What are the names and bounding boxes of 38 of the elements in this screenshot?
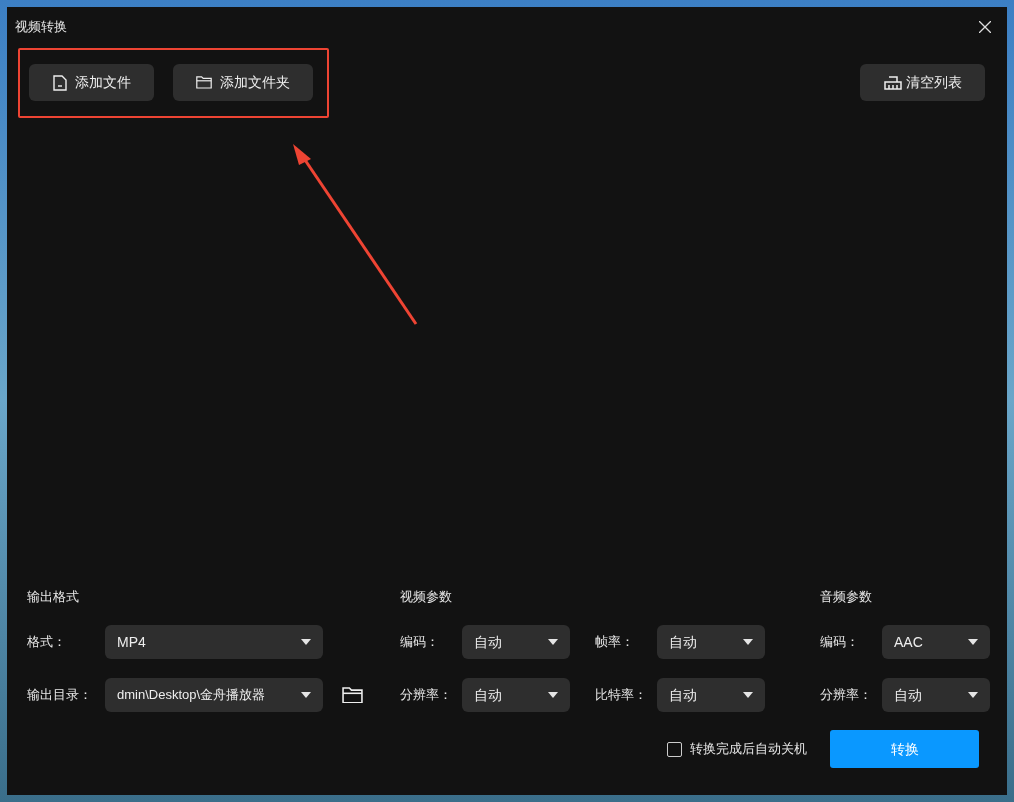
caret-icon <box>743 639 753 645</box>
dropdown[interactable]: 自动 <box>657 625 765 659</box>
caret-icon <box>968 692 978 698</box>
caret-icon <box>301 692 311 698</box>
field-label: 分辨率： <box>820 686 873 705</box>
folder-icon <box>342 686 363 704</box>
caret-icon <box>743 692 753 698</box>
section-heading: 音频参数 <box>820 588 873 606</box>
dropdown[interactable]: 自动 <box>462 678 570 712</box>
field-label: 输出目录： <box>27 686 93 705</box>
dropdown[interactable]: 自动 <box>462 625 570 659</box>
folder-icon <box>196 76 212 89</box>
field-label: 编码： <box>400 633 440 652</box>
clear-list-button[interactable]: 清空列表 <box>860 64 985 101</box>
field-label: 格式： <box>27 633 67 652</box>
caret-icon <box>548 639 558 645</box>
dropdown[interactable]: 自动 <box>882 678 990 712</box>
section-heading: 视频参数 <box>400 588 453 606</box>
auto-shutdown-checkbox[interactable] <box>667 741 682 757</box>
close-icon[interactable] <box>979 21 991 33</box>
dropdown[interactable]: 自动 <box>657 678 765 712</box>
checkbox-label: 转换完成后自动关机 <box>690 740 807 759</box>
caret-icon <box>968 639 978 645</box>
dropdown[interactable]: dmin\Desktop\金舟播放器 <box>105 678 323 712</box>
field-label: 分辨率： <box>400 686 453 705</box>
field-label: 比特率： <box>595 686 648 705</box>
caret-icon <box>548 692 558 698</box>
broom-icon <box>883 75 902 90</box>
add-file-button[interactable]: 添加文件 <box>29 64 154 101</box>
dropdown[interactable]: MP4 <box>105 625 323 659</box>
add-folder-button[interactable]: 添加文件夹 <box>173 64 313 101</box>
window-title: 视频转换 <box>15 18 67 37</box>
dropdown[interactable]: AAC <box>882 625 990 659</box>
field-label: 编码： <box>820 633 860 652</box>
section-heading: 输出格式 <box>27 588 80 606</box>
field-label: 帧率： <box>595 633 635 652</box>
caret-icon <box>301 639 311 645</box>
file-icon <box>52 74 67 91</box>
